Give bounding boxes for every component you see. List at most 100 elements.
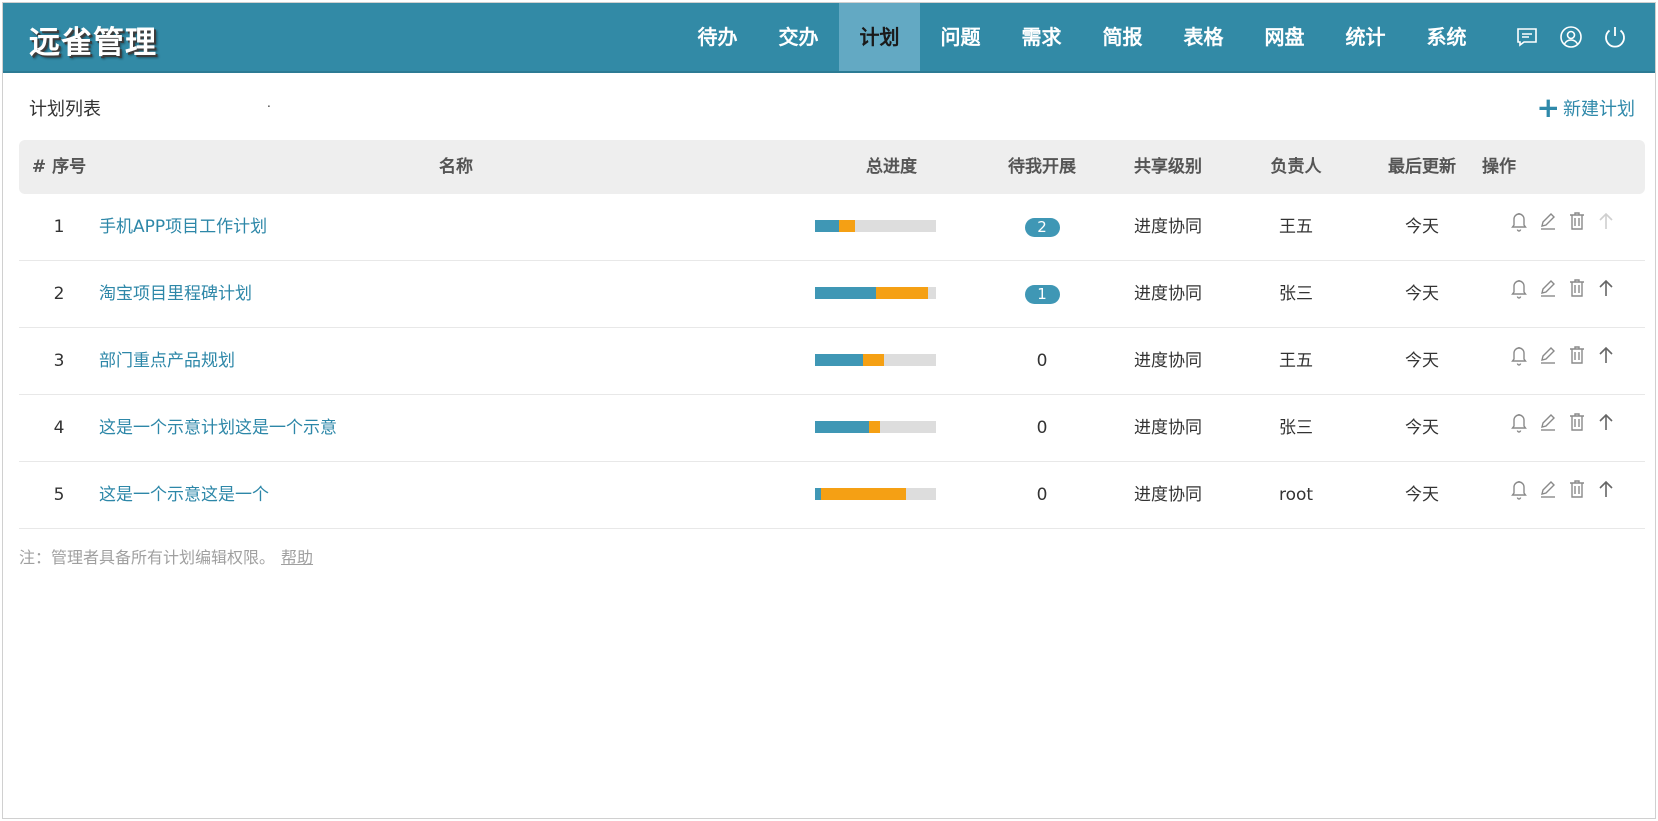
progress-active [863, 354, 884, 366]
row-actions [1509, 328, 1616, 366]
note-text: 注：管理者具备所有计划编辑权限。 [19, 548, 276, 567]
plan-name-link[interactable]: 手机APP项目工作计划 [99, 217, 267, 237]
owner: 张三 [1279, 418, 1313, 438]
nav-item-stats[interactable]: 统计 [1325, 3, 1406, 71]
row-name-cell: 这是一个示意计划这是一个示意 [99, 395, 337, 461]
trash-icon[interactable] [1567, 395, 1587, 431]
arrow-up-icon[interactable] [1596, 261, 1616, 296]
header-name: 名称 [439, 157, 473, 177]
bell-icon[interactable] [1509, 462, 1529, 500]
table-body: 1 手机APP项目工作计划 2 进度协同 王五 今天 2 淘宝项目里程碑计划 1… [19, 194, 1645, 529]
progress-active [869, 421, 881, 433]
table-row: 2 淘宝项目里程碑计划 1 进度协同 张三 今天 [19, 261, 1645, 328]
arrow-up-icon[interactable] [1596, 328, 1616, 363]
last-updated: 今天 [1405, 284, 1439, 304]
nav-item-sheet[interactable]: 表格 [1163, 3, 1244, 71]
bell-icon[interactable] [1509, 395, 1529, 433]
row-num: 1 [53, 217, 65, 237]
row-actions [1509, 395, 1616, 433]
trash-icon[interactable] [1567, 462, 1587, 498]
main-nav: 待办 交办 计划 问题 需求 简报 表格 网盘 统计 系统 [677, 3, 1487, 71]
plan-name-link[interactable]: 淘宝项目里程碑计划 [99, 284, 252, 304]
message-icon[interactable] [1515, 25, 1539, 49]
nav-item-assign[interactable]: 交办 [758, 3, 839, 71]
arrow-up-icon[interactable] [1596, 462, 1616, 497]
progress-bar [815, 354, 936, 366]
header-num: # 序号 [31, 157, 87, 177]
nav-item-system[interactable]: 系统 [1406, 3, 1487, 71]
pending-cell: 1 [997, 261, 1087, 327]
table-row: 1 手机APP项目工作计划 2 进度协同 王五 今天 [19, 194, 1645, 261]
progress-bar [815, 488, 936, 500]
trash-icon[interactable] [1567, 328, 1587, 364]
nav-item-brief[interactable]: 简报 [1082, 3, 1163, 71]
plan-name-link[interactable]: 这是一个示意这是一个 [99, 485, 269, 505]
last-updated: 今天 [1405, 351, 1439, 371]
share-level: 进度协同 [1134, 217, 1202, 237]
table-header: # 序号 名称 总进度 待我开展 共享级别 负责人 最后更新 操作 [19, 140, 1645, 194]
pending-count: 0 [1036, 351, 1048, 371]
share-level: 进度协同 [1134, 351, 1202, 371]
page-title: 计划列表 [29, 99, 101, 120]
progress-bar [815, 287, 936, 299]
edit-icon[interactable] [1538, 462, 1558, 498]
top-navbar: 远雀管理 待办 交办 计划 问题 需求 简报 表格 网盘 统计 系统 [3, 3, 1655, 73]
row-name-cell: 部门重点产品规划 [99, 328, 235, 394]
progress-done [815, 421, 870, 433]
arrow-up-icon [1596, 194, 1616, 229]
edit-icon[interactable] [1538, 328, 1558, 364]
row-actions [1509, 194, 1616, 232]
nav-item-drive[interactable]: 网盘 [1244, 3, 1325, 71]
pending-count: 0 [1036, 485, 1048, 505]
pending-badge[interactable]: 2 [1024, 217, 1060, 237]
bell-icon[interactable] [1509, 328, 1529, 366]
pending-count: 0 [1036, 418, 1048, 438]
arrow-up-icon[interactable] [1596, 395, 1616, 430]
nav-item-plan[interactable]: 计划 [839, 3, 920, 71]
owner: 王五 [1279, 351, 1313, 371]
edit-icon[interactable] [1538, 261, 1558, 297]
bell-icon[interactable] [1509, 261, 1529, 299]
last-updated: 今天 [1405, 418, 1439, 438]
trash-icon[interactable] [1567, 261, 1587, 297]
row-actions [1509, 261, 1616, 299]
owner: 张三 [1279, 284, 1313, 304]
table-row: 5 这是一个示意这是一个 0 进度协同 root 今天 [19, 462, 1645, 529]
new-plan-button[interactable]: + 新建计划 [1537, 94, 1635, 122]
plan-table: # 序号 名称 总进度 待我开展 共享级别 负责人 最后更新 操作 1 手机AP… [19, 140, 1645, 529]
row-num: 2 [53, 284, 65, 304]
table-row: 3 部门重点产品规划 0 进度协同 王五 今天 [19, 328, 1645, 395]
progress-done [815, 220, 840, 232]
plan-name-link[interactable]: 部门重点产品规划 [99, 351, 235, 371]
last-updated: 今天 [1405, 485, 1439, 505]
share-level: 进度协同 [1134, 284, 1202, 304]
edit-icon[interactable] [1538, 395, 1558, 431]
nav-item-requirement[interactable]: 需求 [1001, 3, 1082, 71]
progress-bar [815, 220, 936, 232]
edit-icon[interactable] [1538, 194, 1558, 230]
trash-icon[interactable] [1567, 194, 1587, 230]
header-ops: 操作 [1482, 157, 1516, 177]
nav-item-todo[interactable]: 待办 [677, 3, 758, 71]
progress-bar [815, 421, 936, 433]
pending-badge[interactable]: 1 [1024, 284, 1060, 304]
progress-active [821, 488, 906, 500]
title-dot: . [267, 96, 271, 110]
nav-item-issue[interactable]: 问题 [920, 3, 1001, 71]
user-icon[interactable] [1559, 25, 1583, 49]
app-window: 远雀管理 待办 交办 计划 问题 需求 简报 表格 网盘 统计 系统 计划列表 … [2, 2, 1656, 819]
row-actions [1509, 462, 1616, 500]
row-num: 4 [53, 418, 65, 438]
power-icon[interactable] [1603, 25, 1627, 49]
bell-icon[interactable] [1509, 194, 1529, 232]
table-row: 4 这是一个示意计划这是一个示意 0 进度协同 张三 今天 [19, 395, 1645, 462]
pending-cell: 2 [997, 194, 1087, 260]
app-logo: 远雀管理 [29, 25, 157, 61]
pending-cell: 0 [997, 462, 1087, 528]
row-name-cell: 淘宝项目里程碑计划 [99, 261, 252, 327]
pending-cell: 0 [997, 328, 1087, 394]
share-level: 进度协同 [1134, 418, 1202, 438]
help-link[interactable]: 帮助 [281, 548, 313, 567]
new-plan-label: 新建计划 [1563, 99, 1635, 120]
plan-name-link[interactable]: 这是一个示意计划这是一个示意 [99, 418, 337, 438]
